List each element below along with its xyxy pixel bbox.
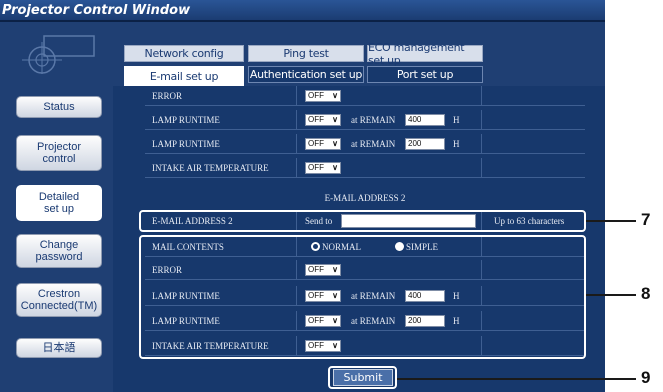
remain-label: at REMAIN xyxy=(351,115,396,125)
unit-label: H xyxy=(453,139,460,149)
remain-input[interactable]: 200 xyxy=(405,138,445,150)
sidebar-item-language[interactable]: 日本語 xyxy=(16,338,102,358)
unit-label: H xyxy=(453,115,460,125)
sidebar-item-label: 日本語 xyxy=(42,342,76,354)
logo-icon xyxy=(22,35,95,74)
callout-line-7 xyxy=(586,220,636,222)
tab-email-set-up[interactable]: E-mail set up xyxy=(124,66,244,86)
lamp-runtime-select[interactable]: OFF ∨ xyxy=(305,138,341,150)
remain-label: at REMAIN xyxy=(351,139,396,149)
tab-label: ECO management set up xyxy=(368,40,465,67)
tab-authentication-set-up[interactable]: Authentication set up xyxy=(248,66,364,83)
tab-label: Authentication set up xyxy=(249,68,363,81)
callout-line-9 xyxy=(397,378,636,380)
tab-eco-management[interactable]: ECO management set up xyxy=(367,41,483,67)
select-value: OFF xyxy=(308,115,324,124)
callout-number-7: 7 xyxy=(641,210,651,229)
sidebar-item-label: Crestron Connected(TM) xyxy=(20,288,98,312)
row-label: ERROR xyxy=(145,86,297,106)
sidebar-item-change-password[interactable]: Change password xyxy=(16,234,102,268)
callout-number-8: 8 xyxy=(641,284,651,303)
sidebar-item-label: Detailed set up xyxy=(38,191,80,215)
sidebar-item-detailed-set-up[interactable]: Detailed set up xyxy=(16,185,102,221)
callout-number-9: 9 xyxy=(641,368,651,387)
tab-label: Port set up xyxy=(396,68,454,81)
tab-label: E-mail set up xyxy=(149,69,219,83)
tab-label: Ping test xyxy=(283,47,329,60)
chevron-down-icon: ∨ xyxy=(332,163,338,172)
row-label: LAMP RUNTIME xyxy=(145,110,297,130)
error-select[interactable]: OFF ∨ xyxy=(305,90,341,102)
select-value: OFF xyxy=(308,139,324,148)
title-bar: Projector Control Window xyxy=(0,0,605,22)
sidebar-item-status[interactable]: Status xyxy=(16,96,102,118)
select-value: OFF xyxy=(308,91,324,100)
sidebar-item-crestron-connected[interactable]: Crestron Connected(TM) xyxy=(16,283,102,317)
select-value: OFF xyxy=(308,163,324,172)
highlight-box-9 xyxy=(328,366,397,389)
section-heading: E-MAIL ADDRESS 2 xyxy=(324,193,406,203)
tab-label: Network config xyxy=(144,47,224,60)
sidebar-item-label: Status xyxy=(43,101,75,113)
intake-air-select[interactable]: OFF ∨ xyxy=(305,162,341,174)
lamp-runtime-select[interactable]: OFF ∨ xyxy=(305,114,341,126)
row-label: INTAKE AIR TEMPERATURE xyxy=(145,158,297,178)
callout-line-8 xyxy=(586,294,636,296)
sidebar-item-label: Projector control xyxy=(36,141,82,165)
highlight-box-8 xyxy=(139,235,586,359)
highlight-box-7 xyxy=(139,210,586,232)
tab-network-config[interactable]: Network config xyxy=(124,45,244,62)
row-label: LAMP RUNTIME xyxy=(145,134,297,154)
tab-ping-test[interactable]: Ping test xyxy=(248,45,364,62)
sidebar-item-label: Change password xyxy=(35,239,83,263)
projector-control-window: Projector Control Window Status Projecto… xyxy=(0,0,605,392)
chevron-down-icon: ∨ xyxy=(332,91,338,100)
sidebar-item-projector-control[interactable]: Projector control xyxy=(16,135,102,171)
chevron-down-icon: ∨ xyxy=(332,115,338,124)
chevron-down-icon: ∨ xyxy=(332,139,338,148)
tab-port-set-up[interactable]: Port set up xyxy=(367,66,483,83)
remain-input[interactable]: 400 xyxy=(405,114,445,126)
window-title: Projector Control Window xyxy=(2,3,191,18)
